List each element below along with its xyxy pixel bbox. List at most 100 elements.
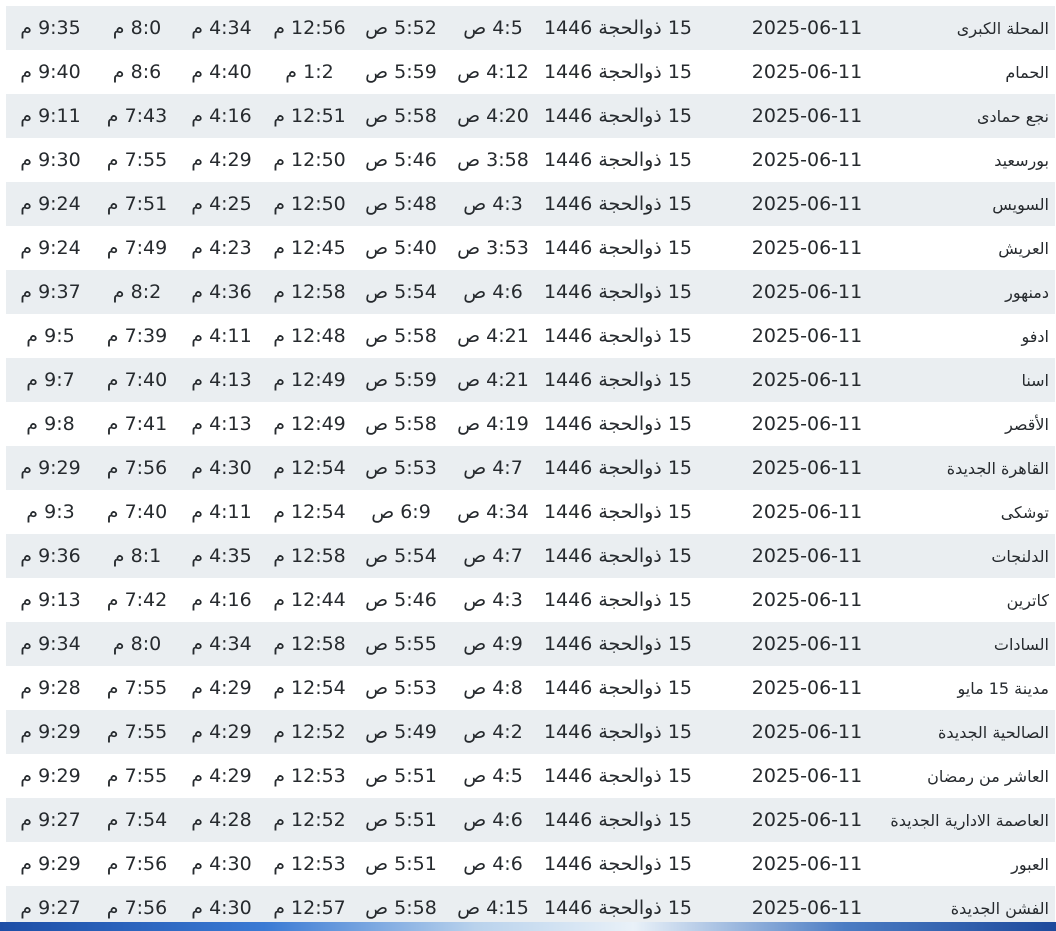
isha-time: 9:13 م (20, 589, 81, 611)
sunrise-time: 5:46 ص (365, 589, 437, 611)
fajr-time: 4:9 ص (463, 633, 523, 655)
table-row: السادات 2025-06-11 15 ذوالحجة 1446 4:9 ص 5:5… (6, 622, 1055, 666)
fajr-time: 4:3 ص (463, 193, 523, 215)
maghrib-time: 7:56 م (106, 853, 168, 875)
hijri-date: 15 ذوالحجة 1446 (543, 721, 692, 743)
sunrise-time: 5:51 ص (365, 853, 437, 875)
hijri-date: 15 ذوالحجة 1446 (543, 765, 692, 787)
isha-time: 9:36 م (20, 545, 81, 567)
gregorian-date: 2025-06-11 (751, 809, 863, 831)
maghrib-time: 7:40 م (106, 369, 168, 391)
city-name: العبور (1011, 854, 1049, 874)
isha-time: 9:24 م (20, 237, 81, 259)
isha-time: 9:5 م (26, 325, 75, 347)
sunrise-time: 5:55 ص (365, 633, 437, 655)
dhuhr-time: 12:51 م (273, 105, 346, 127)
asr-time: 4:29 م (191, 721, 252, 743)
isha-time: 9:27 م (20, 809, 81, 831)
gregorian-date: 2025-06-11 (751, 457, 863, 479)
dhuhr-time: 12:53 م (273, 853, 346, 875)
maghrib-time: 8:6 م (112, 61, 162, 83)
isha-time: 9:35 م (20, 17, 81, 39)
table-row: الأقصر 2025-06-11 15 ذوالحجة 1446 4:19 ص 5:5… (6, 402, 1055, 446)
dhuhr-time: 12:49 م (273, 369, 346, 391)
dhuhr-time: 12:58 م (273, 281, 346, 303)
hijri-date: 15 ذوالحجة 1446 (543, 193, 692, 215)
isha-time: 9:40 م (20, 61, 81, 83)
city-name: العاشر من رمضان (927, 766, 1049, 786)
maghrib-time: 7:51 م (106, 193, 168, 215)
dhuhr-time: 12:54 م (273, 501, 346, 523)
maghrib-time: 7:42 م (106, 589, 168, 611)
table-row: اسنا 2025-06-11 15 ذوالحجة 1446 4:21 ص 5:59 … (6, 358, 1055, 402)
sunrise-time: 6:9 ص (371, 501, 431, 523)
gregorian-date: 2025-06-11 (751, 149, 863, 171)
hijri-date: 15 ذوالحجة 1446 (543, 281, 692, 303)
maghrib-time: 8:0 م (112, 633, 162, 655)
hijri-date: 15 ذوالحجة 1446 (543, 105, 692, 127)
sunrise-time: 5:48 ص (365, 193, 437, 215)
hijri-date: 15 ذوالحجة 1446 (543, 545, 692, 567)
asr-time: 4:35 م (191, 545, 252, 567)
table-row: السويس 2025-06-11 15 ذوالحجة 1446 4:3 ص 5:48… (6, 182, 1055, 226)
fajr-time: 4:21 ص (457, 369, 529, 391)
city-name: السادات (993, 634, 1049, 654)
maghrib-time: 7:49 م (106, 237, 168, 259)
table-row: العاصمة الادارية الجديدة 2025-06-11 15 ذوا… (6, 798, 1055, 842)
isha-time: 9:29 م (20, 765, 81, 787)
bottom-gradient-bar (0, 922, 1056, 931)
dhuhr-time: 12:56 م (273, 17, 346, 39)
fajr-time: 3:53 ص (457, 237, 529, 259)
table-row: مدينة 15 مايو 2025-06-11 15 ذوالحجة 1446 4:… (6, 666, 1055, 710)
city-name: مدينة 15 مايو (957, 678, 1049, 698)
asr-time: 4:13 م (191, 413, 252, 435)
isha-time: 9:8 م (26, 413, 75, 435)
table-row: المحلة الكبرى 2025-06-11 15 ذوالحجة 1446 4:… (6, 6, 1055, 50)
dhuhr-time: 12:49 م (273, 413, 346, 435)
hijri-date: 15 ذوالحجة 1446 (543, 501, 692, 523)
gregorian-date: 2025-06-11 (751, 325, 863, 347)
dhuhr-time: 12:58 م (273, 545, 346, 567)
city-name: الدلنجات (991, 546, 1049, 566)
table-row: الصالحية الجديدة 2025-06-11 15 ذوالحجة 144… (6, 710, 1055, 754)
isha-time: 9:28 م (20, 677, 81, 699)
city-name: الحمام (1005, 62, 1049, 82)
sunrise-time: 5:53 ص (365, 457, 437, 479)
fajr-time: 4:21 ص (457, 325, 529, 347)
isha-time: 9:24 م (20, 193, 81, 215)
prayer-times-table: المحلة الكبرى 2025-06-11 15 ذوالحجة 1446 4:… (6, 6, 1055, 930)
isha-time: 9:3 م (26, 501, 75, 523)
asr-time: 4:34 م (191, 17, 252, 39)
isha-time: 9:29 م (20, 721, 81, 743)
maghrib-time: 7:55 م (106, 765, 168, 787)
asr-time: 4:30 م (191, 457, 252, 479)
table-body: المحلة الكبرى 2025-06-11 15 ذوالحجة 1446 4:… (6, 6, 1055, 930)
fajr-time: 4:19 ص (457, 413, 529, 435)
dhuhr-time: 12:44 م (273, 589, 346, 611)
sunrise-time: 5:53 ص (365, 677, 437, 699)
city-name: دمنهور (1005, 282, 1049, 302)
table-row: الدلنجات 2025-06-11 15 ذوالحجة 1446 4:7 ص 5:… (6, 534, 1055, 578)
dhuhr-time: 1:2 م (285, 61, 334, 83)
maghrib-time: 7:55 م (106, 721, 168, 743)
fajr-time: 3:58 ص (457, 149, 529, 171)
hijri-date: 15 ذوالحجة 1446 (543, 237, 692, 259)
asr-time: 4:16 م (191, 589, 252, 611)
city-name: توشكى (1000, 502, 1049, 522)
maghrib-time: 8:1 م (112, 545, 162, 567)
table-row: الحمام 2025-06-11 15 ذوالحجة 1446 4:12 ص 5:5… (6, 50, 1055, 94)
gregorian-date: 2025-06-11 (751, 105, 863, 127)
gregorian-date: 2025-06-11 (751, 589, 863, 611)
dhuhr-time: 12:58 م (273, 633, 346, 655)
asr-time: 4:34 م (191, 633, 252, 655)
isha-time: 9:37 م (20, 281, 81, 303)
dhuhr-time: 12:50 م (273, 149, 346, 171)
city-name: المحلة الكبرى (956, 18, 1049, 38)
sunrise-time: 5:40 ص (365, 237, 437, 259)
asr-time: 4:40 م (191, 61, 252, 83)
fajr-time: 4:3 ص (463, 589, 523, 611)
gregorian-date: 2025-06-11 (751, 281, 863, 303)
fajr-time: 4:6 ص (463, 809, 523, 831)
hijri-date: 15 ذوالحجة 1446 (543, 413, 692, 435)
dhuhr-time: 12:53 م (273, 765, 346, 787)
